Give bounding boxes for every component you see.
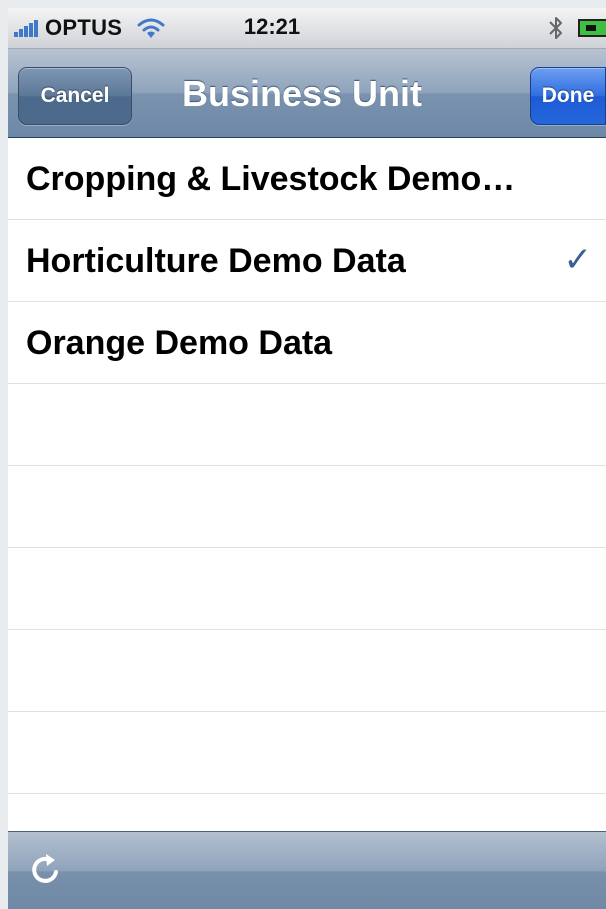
empty-row xyxy=(8,548,606,630)
status-bar: OPTUS 12:21 xyxy=(8,8,606,49)
battery-icon xyxy=(578,19,606,37)
empty-row xyxy=(8,384,606,466)
empty-row xyxy=(8,466,606,548)
status-right xyxy=(546,14,606,42)
list-item-label: Cropping & Livestock Demo… xyxy=(26,160,516,198)
empty-row xyxy=(8,712,606,794)
list-item-orange[interactable]: Orange Demo Data xyxy=(8,302,606,384)
done-button[interactable]: Done xyxy=(530,67,606,125)
empty-row xyxy=(8,630,606,712)
navigation-bar: Cancel Business Unit Done xyxy=(8,49,606,138)
list-item-horticulture[interactable]: Horticulture Demo Data ✓ xyxy=(8,220,606,302)
checkmark-icon: ✓ xyxy=(563,241,593,279)
refresh-icon[interactable] xyxy=(28,852,64,888)
bottom-toolbar xyxy=(8,831,606,909)
business-unit-list: Cropping & Livestock Demo… Horticulture … xyxy=(8,138,606,838)
list-item-label: Horticulture Demo Data xyxy=(26,242,406,280)
phone-screen: OPTUS 12:21 Cancel Business Unit Done Cr… xyxy=(8,8,606,909)
bluetooth-icon xyxy=(549,17,562,39)
list-item-cropping-livestock[interactable]: Cropping & Livestock Demo… xyxy=(8,138,606,220)
list-item-label: Orange Demo Data xyxy=(26,324,333,362)
status-time: 12:21 xyxy=(243,14,301,39)
page-title: Business Unit xyxy=(181,73,423,114)
